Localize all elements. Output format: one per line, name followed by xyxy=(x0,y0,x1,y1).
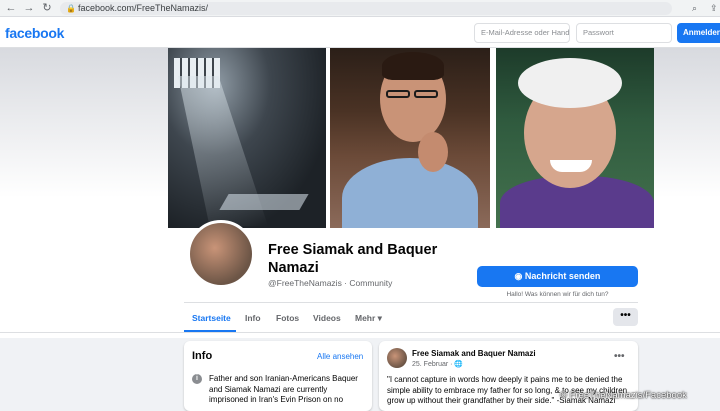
search-icon[interactable]: ⌕ xyxy=(692,2,697,15)
lock-icon: 🔒 xyxy=(66,4,76,13)
address-bar-url: facebook.com/FreeTheNamazis/ xyxy=(78,3,209,13)
reload-icon[interactable]: ↻ xyxy=(40,0,54,16)
profile-avatar[interactable] xyxy=(187,220,255,288)
tab-more[interactable]: Mehr ▾ xyxy=(355,313,382,324)
smile xyxy=(550,160,592,172)
address-bar[interactable]: 🔒 facebook.com/FreeTheNamazis/ xyxy=(60,2,672,15)
forward-arrow-icon[interactable]: → xyxy=(22,0,36,16)
tab-info[interactable]: Info xyxy=(245,313,261,323)
more-options-button[interactable]: ••• xyxy=(613,308,638,326)
glasses-right xyxy=(414,90,438,98)
hand xyxy=(418,132,448,172)
post-author[interactable]: Free Siamak and Baquer Namazi xyxy=(412,349,536,358)
cover-photo[interactable] xyxy=(168,48,654,228)
glasses-left xyxy=(386,90,410,98)
post-date[interactable]: 25. Februar · 🌐 xyxy=(412,360,463,368)
see-all-link[interactable]: Alle ansehen xyxy=(317,352,363,361)
browser-toolbar: ← → ↻ 🔒 facebook.com/FreeTheNamazis/ ⌕ ⇪ xyxy=(0,0,720,17)
cover-photo-siamak xyxy=(330,48,490,228)
hair xyxy=(382,52,444,80)
send-message-button[interactable]: ◉ Nachricht senden xyxy=(477,266,638,287)
password-field[interactable]: Passwort xyxy=(576,23,672,43)
info-icon: i xyxy=(192,374,202,384)
messenger-icon: ◉ xyxy=(514,271,525,281)
share-icon[interactable]: ⇪ xyxy=(710,2,718,15)
info-heading: Info xyxy=(192,350,213,362)
back-arrow-icon[interactable]: ← xyxy=(4,0,18,16)
send-message-label: Nachricht senden xyxy=(524,271,601,281)
cover-photo-baquer xyxy=(496,48,654,228)
photo-credit: © FreeTheNamazis/Facebook xyxy=(560,390,687,401)
page-title: Free Siamak and Baquer Namazi xyxy=(268,242,438,276)
tabs-divider xyxy=(184,302,638,303)
tab-photos[interactable]: Fotos xyxy=(276,313,299,323)
shirt xyxy=(342,158,478,228)
page-handle: @FreeTheNamazis · Community xyxy=(268,278,393,288)
active-tab-indicator xyxy=(184,330,236,332)
floor-light xyxy=(219,194,309,210)
email-field[interactable]: E-Mail-Adresse oder Handynummer xyxy=(474,23,570,43)
tab-home[interactable]: Startseite xyxy=(192,313,231,323)
post-author-avatar[interactable] xyxy=(387,348,407,368)
facebook-logo[interactable]: facebook xyxy=(5,25,64,41)
facebook-header: facebook E-Mail-Adresse oder Handynummer… xyxy=(0,17,720,48)
message-hint: Hallo! Was können wir für dich tun? xyxy=(506,291,609,298)
tab-videos[interactable]: Videos xyxy=(313,313,341,323)
white-hair xyxy=(518,58,622,108)
info-description: Father and son Iranian-Americans Baquer … xyxy=(209,374,358,404)
cover-photo-prison-cell xyxy=(168,48,326,228)
post-menu-icon[interactable]: ••• xyxy=(614,351,625,362)
login-button[interactable]: Anmelden xyxy=(677,23,720,43)
